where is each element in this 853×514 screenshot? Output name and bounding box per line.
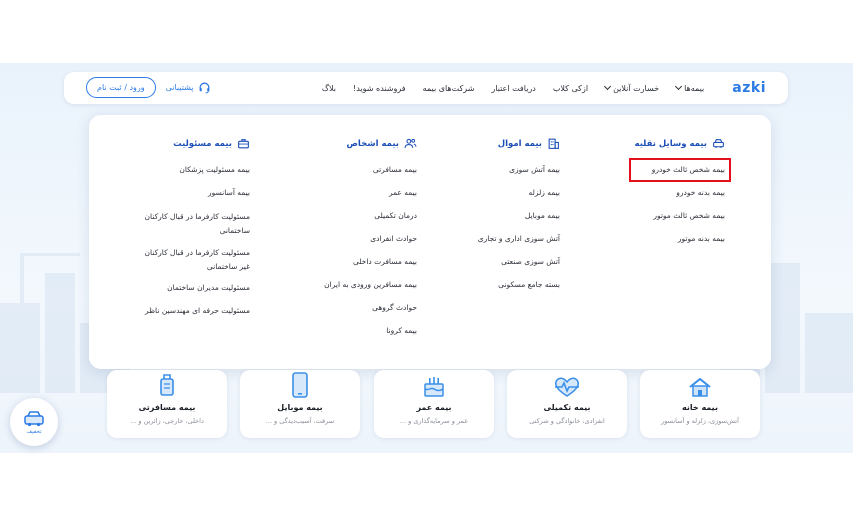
- menu-item-individual-accident[interactable]: حوادث انفرادی: [324, 233, 417, 245]
- card-home-title: بیمه خانه: [682, 403, 718, 412]
- card-mobile-title: بیمه موبایل: [277, 403, 323, 412]
- menu-item-industrial-fire[interactable]: آتش سوزی صنعتی: [478, 256, 560, 268]
- column-title-property-label: بیمه اموال: [497, 138, 542, 149]
- menu-item-motor-third-party[interactable]: بیمه شخص ثالث موتور: [635, 210, 725, 222]
- card-life-title: بیمه عمر: [416, 403, 452, 412]
- card-mobile-subtitle: سرقت، آسیب‌دیدگی و ...: [265, 417, 335, 425]
- card-travel-insurance[interactable]: بیمه مسافرتی داخلی، خارجی، زائرین و ...: [107, 370, 227, 438]
- column-title-liability[interactable]: بیمه مسئولیت: [135, 137, 250, 150]
- menu-item-car-body[interactable]: بیمه بدنه خودرو: [635, 187, 725, 199]
- nav-get-credit[interactable]: دریافت اعتبار: [491, 84, 535, 93]
- card-supplementary-subtitle: انفرادی، خانوادگی و شرکتی: [529, 417, 605, 425]
- cake-icon: [374, 370, 494, 398]
- nav-insurances[interactable]: بیمه‌ها: [675, 82, 705, 93]
- nav-insurances-label: بیمه‌ها: [684, 83, 705, 93]
- menu-column-liability: بیمه مسئولیت بیمه مسئولیت پزشکان بیمه آس…: [135, 137, 250, 328]
- card-supplementary-insurance[interactable]: بیمه تکمیلی انفرادی، خانوادگی و شرکتی: [507, 370, 627, 438]
- nav-insurance-companies[interactable]: شرکت‌های بیمه: [423, 84, 475, 93]
- menu-column-vehicle: بیمه وسایل نقلیه بیمه شخص ثالث خودرو بیم…: [628, 137, 732, 256]
- menu-item-mobile[interactable]: بیمه موبایل: [478, 210, 560, 222]
- menu-item-residential-package[interactable]: بسته جامع مسکونی: [478, 279, 560, 291]
- menu-item-doctors-liability[interactable]: بیمه مسئولیت پزشکان: [135, 164, 250, 176]
- nav-azki-club[interactable]: ازکی کلاب: [553, 84, 588, 93]
- menu-item-employer-construction[interactable]: مسئولیت کارفرما در قبال کارکنان ساختمانی: [135, 210, 250, 238]
- discount-car-icon: [24, 410, 44, 426]
- nav-insurance-companies-label: شرکت‌های بیمه: [422, 83, 475, 93]
- house-icon: [640, 370, 760, 398]
- nav-blog[interactable]: بلاگ: [322, 84, 336, 93]
- card-home-subtitle: آتش‌سوزی، زلزله و آسانسور: [661, 417, 739, 425]
- support-label: پشتیبانی: [165, 83, 194, 92]
- card-home-insurance[interactable]: بیمه خانه آتش‌سوزی، زلزله و آسانسور: [640, 370, 760, 438]
- phone-icon: [240, 370, 360, 398]
- nav-azki-club-label: ازکی کلاب: [552, 83, 589, 93]
- briefcase-icon: [238, 139, 249, 149]
- menu-item-life[interactable]: بیمه عمر: [324, 187, 417, 199]
- card-life-insurance[interactable]: بیمه عمر عمر و سرمایه‌گذاری و ...: [374, 370, 494, 438]
- column-title-persons[interactable]: بیمه اشخاص: [324, 137, 417, 150]
- header-actions: ورود / ثبت نام پشتیبانی: [86, 77, 211, 98]
- chevron-down-icon: [675, 82, 683, 91]
- car-icon: [713, 139, 724, 148]
- menu-item-employer-non-construction[interactable]: مسئولیت کارفرما در قبال کارکنان غیر ساخت…: [135, 246, 250, 274]
- insurance-cards-row: بیمه خانه آتش‌سوزی، زلزله و آسانسور بیمه…: [105, 370, 760, 438]
- heart-pulse-icon: [507, 370, 627, 398]
- column-title-vehicle-label: بیمه وسایل نقلیه: [634, 138, 707, 149]
- menu-item-supplementary[interactable]: درمان تکمیلی: [324, 210, 417, 222]
- menu-item-fire[interactable]: بیمه آتش سوزی: [478, 164, 560, 176]
- discount-floating-button[interactable]: تخفیف: [10, 398, 58, 446]
- column-title-property[interactable]: بیمه اموال: [478, 137, 560, 150]
- nav-blog-label: بلاگ: [321, 83, 336, 93]
- column-title-persons-label: بیمه اشخاص: [346, 138, 400, 149]
- menu-item-corona[interactable]: بیمه کرونا: [324, 325, 417, 337]
- menu-item-group-accident[interactable]: حوادث گروهی: [324, 302, 417, 314]
- menu-item-domestic-travel[interactable]: بیمه مسافرت داخلی: [324, 256, 417, 268]
- support-link[interactable]: پشتیبانی: [166, 81, 211, 94]
- menu-item-motor-body[interactable]: بیمه بدنه موتور: [635, 233, 725, 245]
- column-title-liability-label: بیمه مسئولیت: [173, 138, 232, 149]
- insurances-mega-menu: بیمه وسایل نقلیه بیمه شخص ثالث خودرو بیم…: [89, 115, 771, 369]
- card-mobile-insurance[interactable]: بیمه موبایل سرقت، آسیب‌دیدگی و ...: [240, 370, 360, 438]
- nav-become-seller-label: فروشنده شوید!: [352, 83, 406, 93]
- menu-item-travel[interactable]: بیمه مسافرتی: [324, 164, 417, 176]
- menu-item-office-fire[interactable]: آتش سوزی اداری و تجاری: [478, 233, 560, 245]
- people-icon: [404, 138, 417, 148]
- menu-item-earthquake[interactable]: بیمه زلزله: [478, 187, 560, 199]
- building-icon: [548, 138, 559, 149]
- menu-item-inbound-travelers[interactable]: بیمه مسافرین ورودی به ایران: [324, 279, 417, 291]
- luggage-icon: [107, 370, 227, 398]
- discount-label: تخفیف: [26, 428, 42, 435]
- nav-online-claim-label: خسارت آنلاین: [613, 83, 660, 93]
- menu-item-building-managers[interactable]: مسئولیت مدیران ساختمان: [135, 282, 250, 294]
- main-nav: بیمه‌ها خسارت آنلاین ازکی کلاب دریافت اع…: [322, 82, 705, 93]
- headset-icon: [199, 82, 210, 94]
- menu-column-property: بیمه اموال بیمه آتش سوزی بیمه زلزله بیمه…: [478, 137, 560, 302]
- card-life-subtitle: عمر و سرمایه‌گذاری و ...: [399, 417, 469, 425]
- login-register-button[interactable]: ورود / ثبت نام: [86, 77, 156, 98]
- menu-item-supervising-engineers[interactable]: مسئولیت حرفه ای مهندسین ناظر: [135, 305, 250, 317]
- column-title-vehicle[interactable]: بیمه وسایل نقلیه: [635, 137, 725, 150]
- azki-logo[interactable]: azki: [732, 80, 766, 96]
- chevron-down-icon: [604, 82, 612, 91]
- menu-item-elevator[interactable]: بیمه آسانسور: [135, 187, 250, 199]
- card-supplementary-title: بیمه تکمیلی: [543, 403, 591, 412]
- nav-online-claim[interactable]: خسارت آنلاین: [604, 82, 660, 93]
- top-navbar: azki بیمه‌ها خسارت آنلاین ازکی کلاب دریا…: [64, 72, 788, 104]
- nav-get-credit-label: دریافت اعتبار: [491, 83, 536, 93]
- menu-item-car-third-party[interactable]: بیمه شخص ثالث خودرو: [628, 158, 732, 182]
- menu-column-persons: بیمه اشخاص بیمه مسافرتی بیمه عمر درمان ت…: [324, 137, 417, 348]
- card-travel-title: بیمه مسافرتی: [138, 403, 196, 412]
- card-travel-subtitle: داخلی، خارجی، زائرین و ...: [130, 417, 204, 425]
- nav-become-seller[interactable]: فروشنده شوید!: [353, 84, 406, 93]
